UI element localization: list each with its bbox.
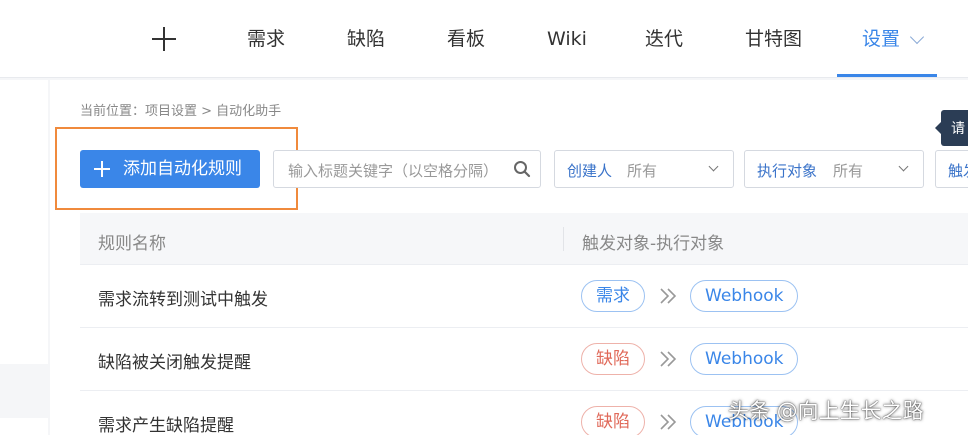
double-chevron-right-icon (660, 414, 677, 430)
creator-filter-value: 所有 (627, 162, 658, 180)
nav-item-gantt[interactable]: 甘特图 (745, 26, 802, 52)
trigger-filter-label: 触发 (948, 162, 968, 180)
left-panel (0, 80, 48, 364)
plus-icon[interactable] (152, 27, 176, 51)
table-row[interactable]: 缺陷被关闭触发提醒 缺陷 Webhook (80, 328, 968, 391)
rule-name[interactable]: 需求流转到测试中触发 (98, 285, 268, 310)
nav-item-iterations[interactable]: 迭代 (645, 26, 683, 52)
target-filter-value: 所有 (833, 162, 864, 180)
column-header-rule-name: 规则名称 (98, 234, 166, 254)
search-placeholder: 输入标题关键字（以空格分隔） (288, 162, 499, 180)
active-tab-indicator (837, 74, 937, 77)
search-input[interactable]: 输入标题关键字（以空格分隔） (273, 150, 541, 188)
trigger-filter[interactable]: 触发 (935, 150, 968, 188)
double-chevron-right-icon (660, 288, 677, 304)
breadcrumb: 当前位置：项目设置 > 自动化助手 (80, 104, 282, 119)
table-header: 规则名称 触发对象-执行对象 (80, 213, 968, 265)
column-header-trigger-target: 触发对象-执行对象 (582, 234, 725, 254)
trigger-tag: 缺陷 (581, 343, 645, 375)
nav-item-settings[interactable]: 设置 (862, 26, 900, 52)
rule-name[interactable]: 需求产生缺陷提醒 (98, 411, 234, 435)
watermark: 头条 @向上生长之路 (728, 399, 924, 423)
table-row[interactable]: 需求流转到测试中触发 需求 Webhook (80, 265, 968, 328)
search-icon[interactable] (513, 160, 531, 178)
column-divider (563, 227, 564, 251)
tooltip-text: 请 (951, 121, 965, 137)
target-tag: Webhook (690, 280, 799, 312)
rule-name[interactable]: 缺陷被关闭触发提醒 (98, 348, 251, 373)
chevron-down-icon[interactable] (909, 29, 925, 45)
tooltip: 请 (935, 110, 968, 146)
chevron-down-icon (898, 161, 909, 172)
trigger-tag: 需求 (581, 280, 645, 312)
highlight-box (55, 127, 298, 210)
chevron-down-icon (708, 161, 719, 172)
double-chevron-right-icon (660, 351, 677, 367)
creator-filter-label: 创建人 (567, 162, 613, 180)
top-navigation: 需求 缺陷 看板 Wiki 迭代 甘特图 设置 (0, 0, 968, 78)
nav-item-requirements[interactable]: 需求 (247, 26, 285, 52)
target-filter-label: 执行对象 (757, 162, 818, 180)
target-tag: Webhook (690, 343, 799, 375)
nav-item-board[interactable]: 看板 (447, 26, 485, 52)
trigger-tag: 缺陷 (581, 406, 645, 435)
nav-item-defects[interactable]: 缺陷 (347, 26, 385, 52)
creator-filter[interactable]: 创建人 所有 (554, 150, 734, 188)
nav-item-wiki[interactable]: Wiki (547, 26, 587, 52)
left-panel-lower (0, 418, 48, 435)
target-filter[interactable]: 执行对象 所有 (744, 150, 924, 188)
